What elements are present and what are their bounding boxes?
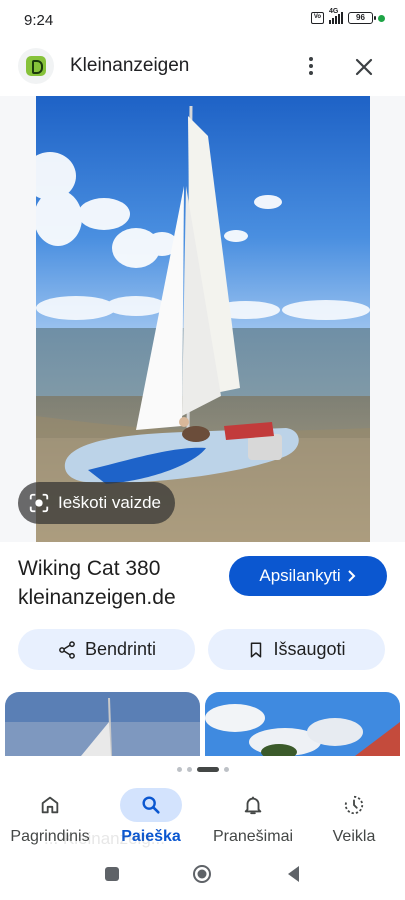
app-header: Kleinanzeigen — [0, 42, 405, 94]
search-icon — [142, 796, 160, 814]
visit-label: Apsilankyti — [259, 566, 341, 585]
system-navigation-bar — [0, 856, 405, 892]
pager-dot — [186, 766, 192, 772]
nav-label-activity: Veikla — [332, 828, 376, 845]
home-button-icon[interactable] — [192, 864, 212, 884]
home-icon — [41, 796, 59, 814]
privacy-indicator-dot — [378, 14, 385, 22]
share-label: Bendrinti — [84, 639, 157, 659]
share-button[interactable]: Bendrinti — [18, 629, 195, 670]
related-image-thumbnail[interactable] — [205, 692, 400, 756]
signal-icon: 4G — [329, 8, 343, 24]
share-icon — [59, 640, 75, 659]
more-options-icon[interactable] — [301, 54, 321, 78]
kleinanzeigen-logo — [18, 48, 54, 84]
recent-apps-icon[interactable] — [102, 864, 122, 884]
volte-icon: Vo — [311, 12, 324, 24]
carousel-pager — [0, 764, 405, 774]
lens-label: Ieškoti vaizde — [58, 493, 161, 512]
nav-label-notifications: Pranešimai — [212, 828, 294, 845]
search-in-image-button[interactable]: Ieškoti vaizde — [18, 482, 175, 524]
background-ghost-text: ... Kleinanzeig... — [44, 829, 165, 848]
close-icon[interactable] — [352, 55, 376, 79]
status-time: 9:24 — [24, 12, 54, 29]
battery-icon: 96 — [348, 12, 376, 24]
visit-button[interactable]: Apsilankyti — [229, 556, 387, 596]
activity-icon — [344, 795, 364, 815]
status-icons: Vo 4G 96 — [311, 8, 385, 24]
pager-dot — [223, 766, 229, 772]
page: 9:24 Vo 4G 96 Kleinanzeigen Ieškoti vaiz… — [0, 0, 405, 900]
bell-icon — [244, 796, 262, 815]
network-type: 4G — [329, 8, 339, 15]
nav-notifications[interactable]: Pranešimai — [203, 788, 303, 852]
result-title[interactable]: Wiking Cat 380 — [18, 557, 160, 581]
back-icon[interactable] — [284, 864, 304, 884]
pager-dot-active — [196, 766, 219, 772]
result-domain[interactable]: kleinanzeigen.de — [18, 586, 176, 610]
chevron-right-icon — [347, 570, 356, 582]
related-image-thumbnail[interactable] — [5, 692, 200, 756]
save-button[interactable]: Išsaugoti — [208, 629, 385, 670]
boat-image[interactable] — [36, 96, 370, 542]
pager-dot — [176, 766, 182, 772]
save-label: Išsaugoti — [273, 639, 346, 659]
bookmark-icon — [251, 642, 262, 657]
image-viewer: Ieškoti vaizde — [0, 96, 405, 542]
lens-icon — [29, 493, 49, 513]
nav-activity[interactable]: Veikla — [304, 788, 404, 852]
status-bar: 9:24 Vo 4G 96 — [0, 0, 405, 40]
page-title: Kleinanzeigen — [70, 55, 190, 76]
